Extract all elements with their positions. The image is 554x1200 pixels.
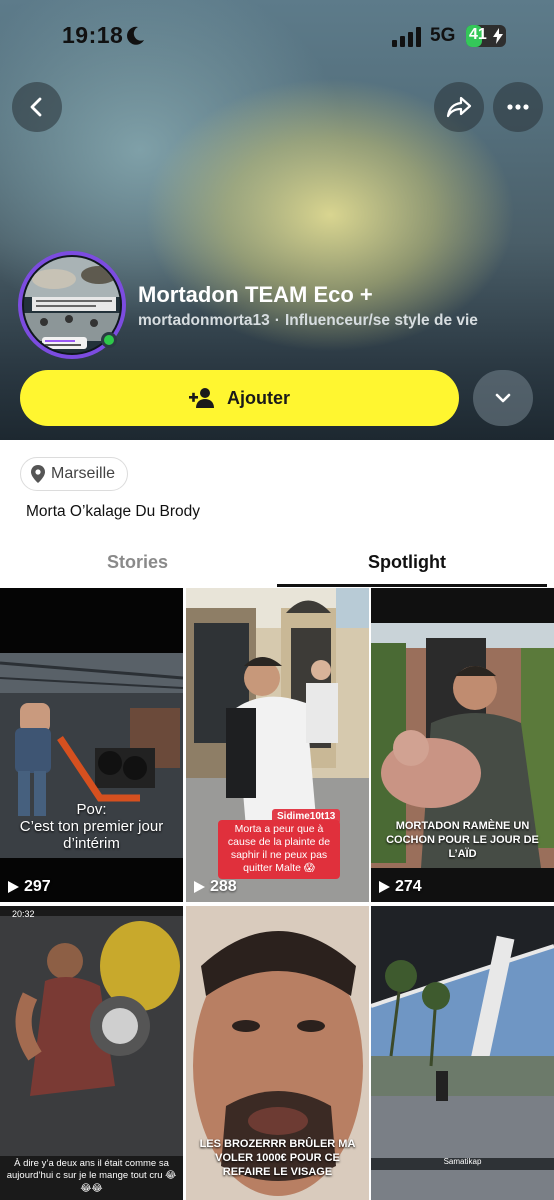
content-tabs: Stories Spotlight	[0, 540, 554, 588]
spotlight-tile[interactable]: MORTADON RAMÈNE UN COCHON POUR LE JOUR D…	[371, 588, 554, 902]
chevron-left-icon	[30, 97, 42, 117]
spotlight-caption: À dire y’a deux ans il était comme sa au…	[6, 1158, 177, 1194]
online-status-dot	[101, 332, 117, 348]
moon-icon	[127, 26, 144, 45]
charging-bolt-icon	[493, 28, 503, 44]
active-tab-indicator	[277, 584, 547, 587]
view-count: 274	[379, 878, 422, 896]
phone-time: 20:32	[12, 909, 35, 919]
profile-header: 19:18 5G 41 Mortadoո TEAM Eco + mortadon…	[0, 0, 554, 440]
view-count: 297	[8, 878, 51, 896]
network-type: 5G	[430, 25, 456, 46]
spotlight-thumbnail	[0, 906, 183, 1200]
play-icon	[379, 881, 390, 893]
spotlight-thumbnail	[371, 906, 554, 1200]
profile-category[interactable]: Influenceur/se style de vie	[285, 312, 478, 329]
add-friend-button[interactable]: Ajouter	[20, 370, 459, 426]
spotlight-tile[interactable]: Pov: C’est ton premier jour d’intérim 29…	[0, 588, 183, 902]
status-bar: 19:18 5G 41	[0, 0, 554, 76]
view-count-value: 297	[24, 878, 51, 895]
view-count: 288	[194, 878, 237, 896]
spotlight-grid: Pov: C’est ton premier jour d’intérim 29…	[0, 588, 554, 1200]
location-label: Marseille	[51, 465, 116, 482]
more-horizontal-icon	[507, 104, 529, 110]
back-button[interactable]	[12, 82, 62, 132]
caption-line: Pov:	[76, 801, 107, 818]
tab-spotlight[interactable]: Spotlight	[368, 552, 446, 573]
spotlight-caption: Pov: C’est ton premier jour d’intérim	[0, 801, 183, 852]
spotlight-caption: MORTADON RAMÈNE UN COCHON POUR LE JOUR D…	[386, 820, 539, 860]
add-friend-label: Ajouter	[227, 387, 290, 408]
play-icon	[194, 881, 205, 893]
more-options-dropdown-button[interactable]	[473, 370, 533, 426]
spotlight-thumbnail	[0, 588, 183, 902]
share-button[interactable]	[434, 82, 484, 132]
view-count-value: 288	[210, 878, 237, 895]
spotlight-caption: Morta a peur que à cause de la plainte d…	[218, 820, 340, 879]
battery-percent: 41	[469, 26, 487, 43]
spotlight-tile[interactable]: LES BROZERRR BRÛLER MA VOLER 1000€ POUR …	[186, 906, 369, 1200]
signal-icon	[392, 27, 421, 47]
view-count-value: 274	[395, 878, 422, 895]
spotlight-tile[interactable]: Samatikap	[371, 906, 554, 1200]
chevron-down-icon	[495, 393, 511, 403]
spotlight-tile[interactable]: 20:32 À dire y’a deux ans il était comme…	[0, 906, 183, 1200]
tab-stories[interactable]: Stories	[107, 552, 168, 573]
spotlight-tile[interactable]: Sidime10t13 Morta a peur que à cause de …	[186, 588, 369, 902]
share-arrow-icon	[446, 96, 472, 118]
spotlight-caption: LES BROZERRR BRÛLER MA VOLER 1000€ POUR …	[199, 1138, 356, 1178]
more-button[interactable]	[493, 82, 543, 132]
status-time: 19:18	[62, 22, 124, 48]
caption-line: C’est ton premier jour d’intérim	[19, 818, 164, 852]
subline-separator: ·	[274, 312, 280, 329]
play-icon	[8, 881, 19, 893]
profile-display-name: Mortadoո TEAM Eco +	[138, 282, 373, 307]
person-add-icon	[189, 388, 214, 408]
battery-icon: 41	[466, 25, 506, 47]
profile-subline: mortadonmorta13 · Influenceur/se style de …	[138, 312, 478, 330]
spotlight-label: Samatikap	[443, 1157, 482, 1166]
location-pin-icon	[31, 465, 45, 483]
location-chip[interactable]: Marseille	[20, 457, 129, 491]
profile-bio: Morta O’kalage Du Brody	[26, 503, 201, 520]
profile-username: mortadonmorta13	[138, 312, 270, 329]
